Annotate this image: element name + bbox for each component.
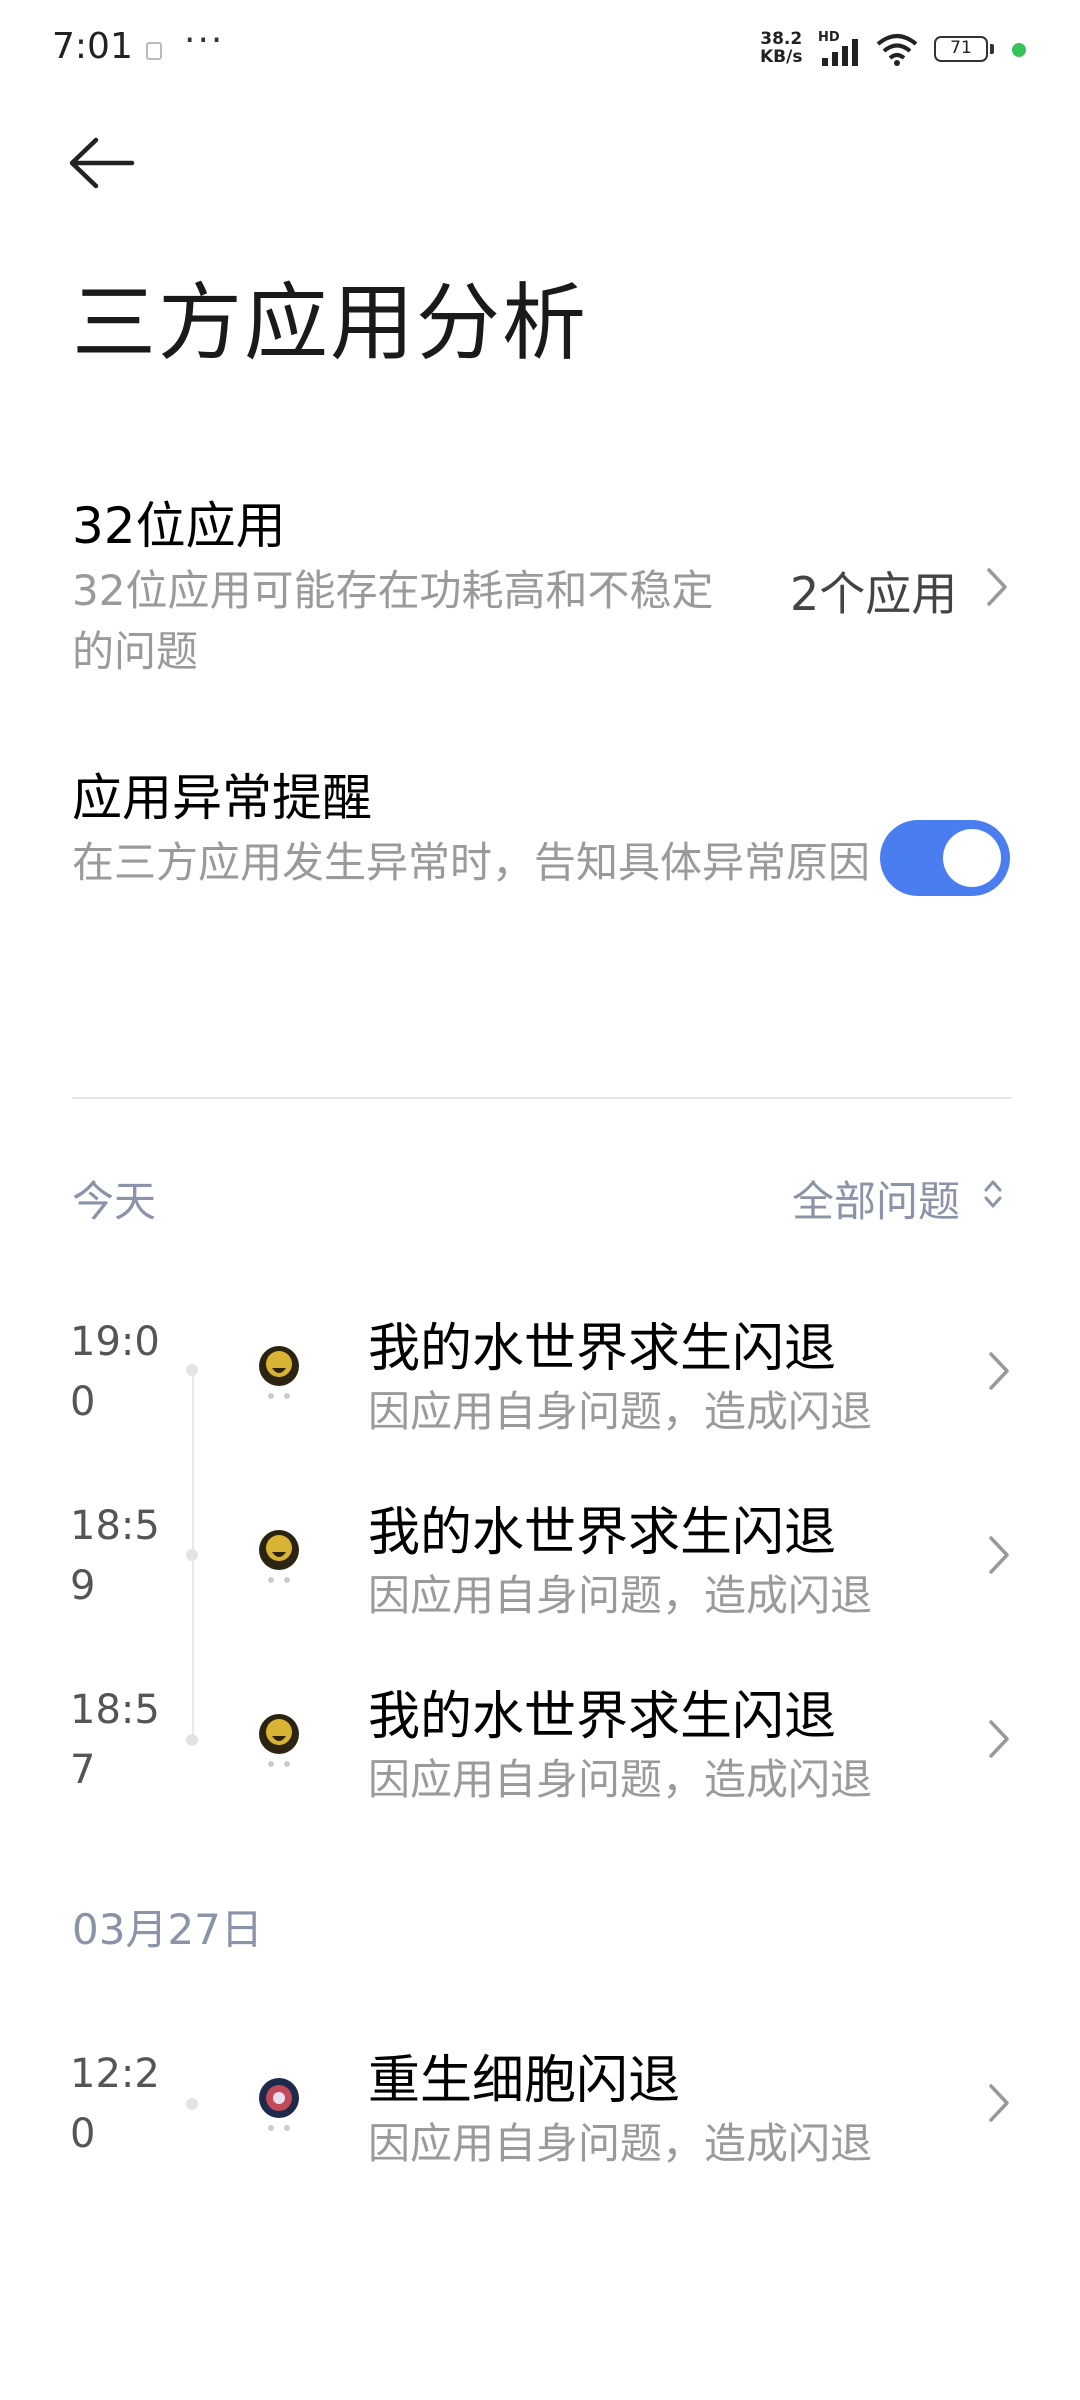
app32-value: 2个应用 — [790, 567, 958, 621]
group-date: 03月27日 — [72, 1905, 263, 1954]
timeline-dot — [186, 1549, 198, 1561]
app-icon — [259, 1346, 299, 1399]
back-arrow-icon[interactable] — [68, 136, 136, 190]
app-icon — [259, 1530, 299, 1583]
crash-subtitle: 因应用自身问题，造成闪退 — [368, 1387, 873, 1436]
app-icon — [259, 2078, 299, 2131]
toggle-knob — [943, 829, 1001, 887]
more-dots-icon: ··· — [184, 20, 225, 61]
timeline-dot — [186, 2098, 198, 2110]
signal-icon — [822, 39, 858, 66]
chevron-right-icon — [989, 2084, 1009, 2122]
crash-time: 12:20 — [70, 2051, 160, 2157]
chevron-right-icon — [989, 1720, 1009, 1758]
crash-title: 我的水世界求生闪退 — [368, 1687, 837, 1747]
page-title: 三方应用分析 — [72, 274, 589, 372]
battery-tip — [990, 44, 994, 54]
chevron-right-icon — [989, 1352, 1009, 1390]
crash-subtitle: 因应用自身问题，造成闪退 — [368, 2119, 873, 2168]
sort-updown-icon[interactable] — [982, 1176, 1004, 1212]
crash-subtitle: 因应用自身问题，造成闪退 — [368, 1755, 873, 1804]
network-speed-value: 38.2 — [760, 29, 803, 49]
chevron-right-icon — [987, 568, 1007, 606]
crash-title: 我的水世界求生闪退 — [368, 1319, 837, 1379]
crash-subtitle: 因应用自身问题，造成闪退 — [368, 1571, 873, 1620]
timeline-dot — [186, 1734, 198, 1746]
crash-time: 18:59 — [70, 1503, 160, 1609]
filter-dropdown[interactable]: 全部问题 — [792, 1168, 960, 1229]
chevron-right-icon — [989, 1536, 1009, 1574]
divider — [72, 1097, 1012, 1099]
battery-icon: 71 — [934, 36, 988, 62]
app32-description: 32位应用可能存在功耗高和不稳定的问题 — [72, 566, 714, 676]
network-speed-unit: KB/s — [760, 47, 803, 67]
crash-title: 重生细胞闪退 — [368, 2051, 681, 2111]
status-indicator-dot — [1012, 43, 1026, 57]
crash-time: 19:00 — [70, 1319, 160, 1425]
network-speed: 38.2 KB/s — [760, 30, 802, 66]
timeline-dot — [186, 1364, 198, 1376]
crash-time: 18:57 — [70, 1687, 160, 1793]
wifi-icon — [876, 34, 918, 66]
alert-title: 应用异常提醒 — [72, 769, 372, 827]
group-date-today: 今天 — [72, 1177, 157, 1226]
alert-toggle[interactable] — [880, 820, 1010, 896]
notification-icon — [146, 42, 162, 60]
alert-description: 在三方应用发生异常时，告知具体异常原因 — [72, 838, 871, 887]
status-time: 7:01 — [52, 26, 133, 67]
app32-title: 32位应用 — [72, 497, 286, 555]
crash-title: 我的水世界求生闪退 — [368, 1503, 837, 1563]
app-icon — [259, 1714, 299, 1767]
